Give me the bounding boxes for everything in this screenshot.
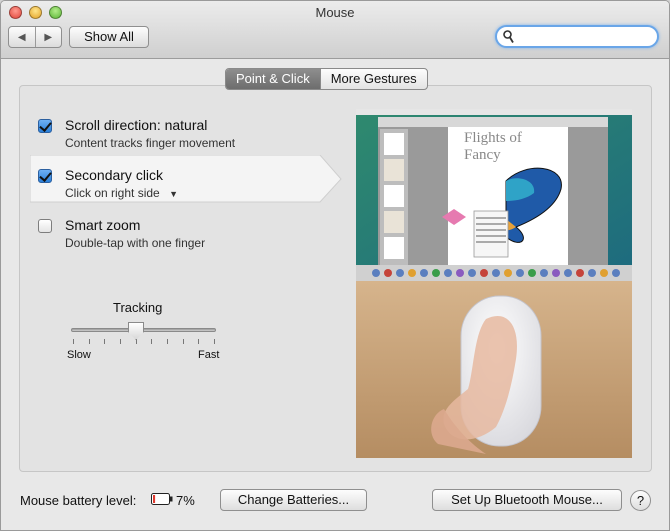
change-batteries-button[interactable]: Change Batteries... xyxy=(220,489,367,511)
tab-bar: Point & Click More Gestures xyxy=(225,68,428,90)
search-icon xyxy=(503,30,514,43)
secondary-click-checkbox[interactable] xyxy=(38,169,52,183)
battery-fill xyxy=(153,495,156,503)
slider-tick xyxy=(89,339,90,344)
dropdown-triangle-icon: ▼ xyxy=(169,189,178,199)
forward-arrow-icon: ▶ xyxy=(44,31,53,43)
tracking-label: Tracking xyxy=(113,300,163,315)
help-button[interactable]: ? xyxy=(630,490,651,511)
option-title: Smart zoom xyxy=(65,217,141,233)
battery-percent: 7% xyxy=(176,493,195,508)
forward-button[interactable]: ▶ xyxy=(34,27,62,47)
slider-tick xyxy=(151,339,152,344)
slider-tick xyxy=(104,339,105,344)
slider-tick xyxy=(183,339,184,344)
slider-tick xyxy=(214,339,215,344)
option-subtitle: Double-tap with one finger xyxy=(65,236,206,250)
tracking-max-label: Fast xyxy=(198,349,220,361)
smart-zoom-checkbox[interactable] xyxy=(38,219,52,233)
slider-tick xyxy=(73,339,74,344)
tab-point-and-click[interactable]: Point & Click xyxy=(226,69,320,89)
battery-icon xyxy=(151,493,173,505)
title-bar: Mouse ◀ ▶ Show All xyxy=(1,1,669,59)
preview-illustration: Flights of Fancy xyxy=(356,109,632,458)
preview-doc-subtitle: Fancy xyxy=(464,147,501,163)
back-forward-control: ◀ ▶ xyxy=(8,26,62,48)
option-title: Scroll direction: natural xyxy=(65,117,208,133)
slider-tick xyxy=(167,339,168,344)
search-field[interactable] xyxy=(495,25,659,48)
option-subtitle: Click on right side xyxy=(65,186,160,200)
tracking-min-label: Slow xyxy=(67,349,91,361)
slider-tick xyxy=(198,339,199,344)
tracking-slider-ticks xyxy=(73,339,215,345)
preview-doc-title: Flights of xyxy=(464,130,522,146)
search-input[interactable] xyxy=(517,29,653,45)
scroll-direction-checkbox[interactable] xyxy=(38,119,52,133)
back-arrow-icon: ◀ xyxy=(17,31,26,43)
tab-more-gestures[interactable]: More Gestures xyxy=(319,69,427,89)
setup-bluetooth-mouse-button[interactable]: Set Up Bluetooth Mouse... xyxy=(432,489,622,511)
secondary-click-dropdown[interactable]: Click on right side ▼ xyxy=(65,186,178,200)
battery-level-label: Mouse battery level: xyxy=(20,493,137,508)
back-button[interactable]: ◀ xyxy=(9,27,35,47)
show-all-button[interactable]: Show All xyxy=(69,26,149,48)
gesture-preview-video: Flights of Fancy xyxy=(356,109,632,458)
slider-tick xyxy=(120,339,121,344)
window-title: Mouse xyxy=(315,5,355,20)
option-title: Secondary click xyxy=(65,167,164,183)
option-subtitle: Content tracks finger movement xyxy=(65,136,236,150)
preferences-window: Mouse ◀ ▶ Show All Point & Click More Ge… xyxy=(0,0,670,531)
